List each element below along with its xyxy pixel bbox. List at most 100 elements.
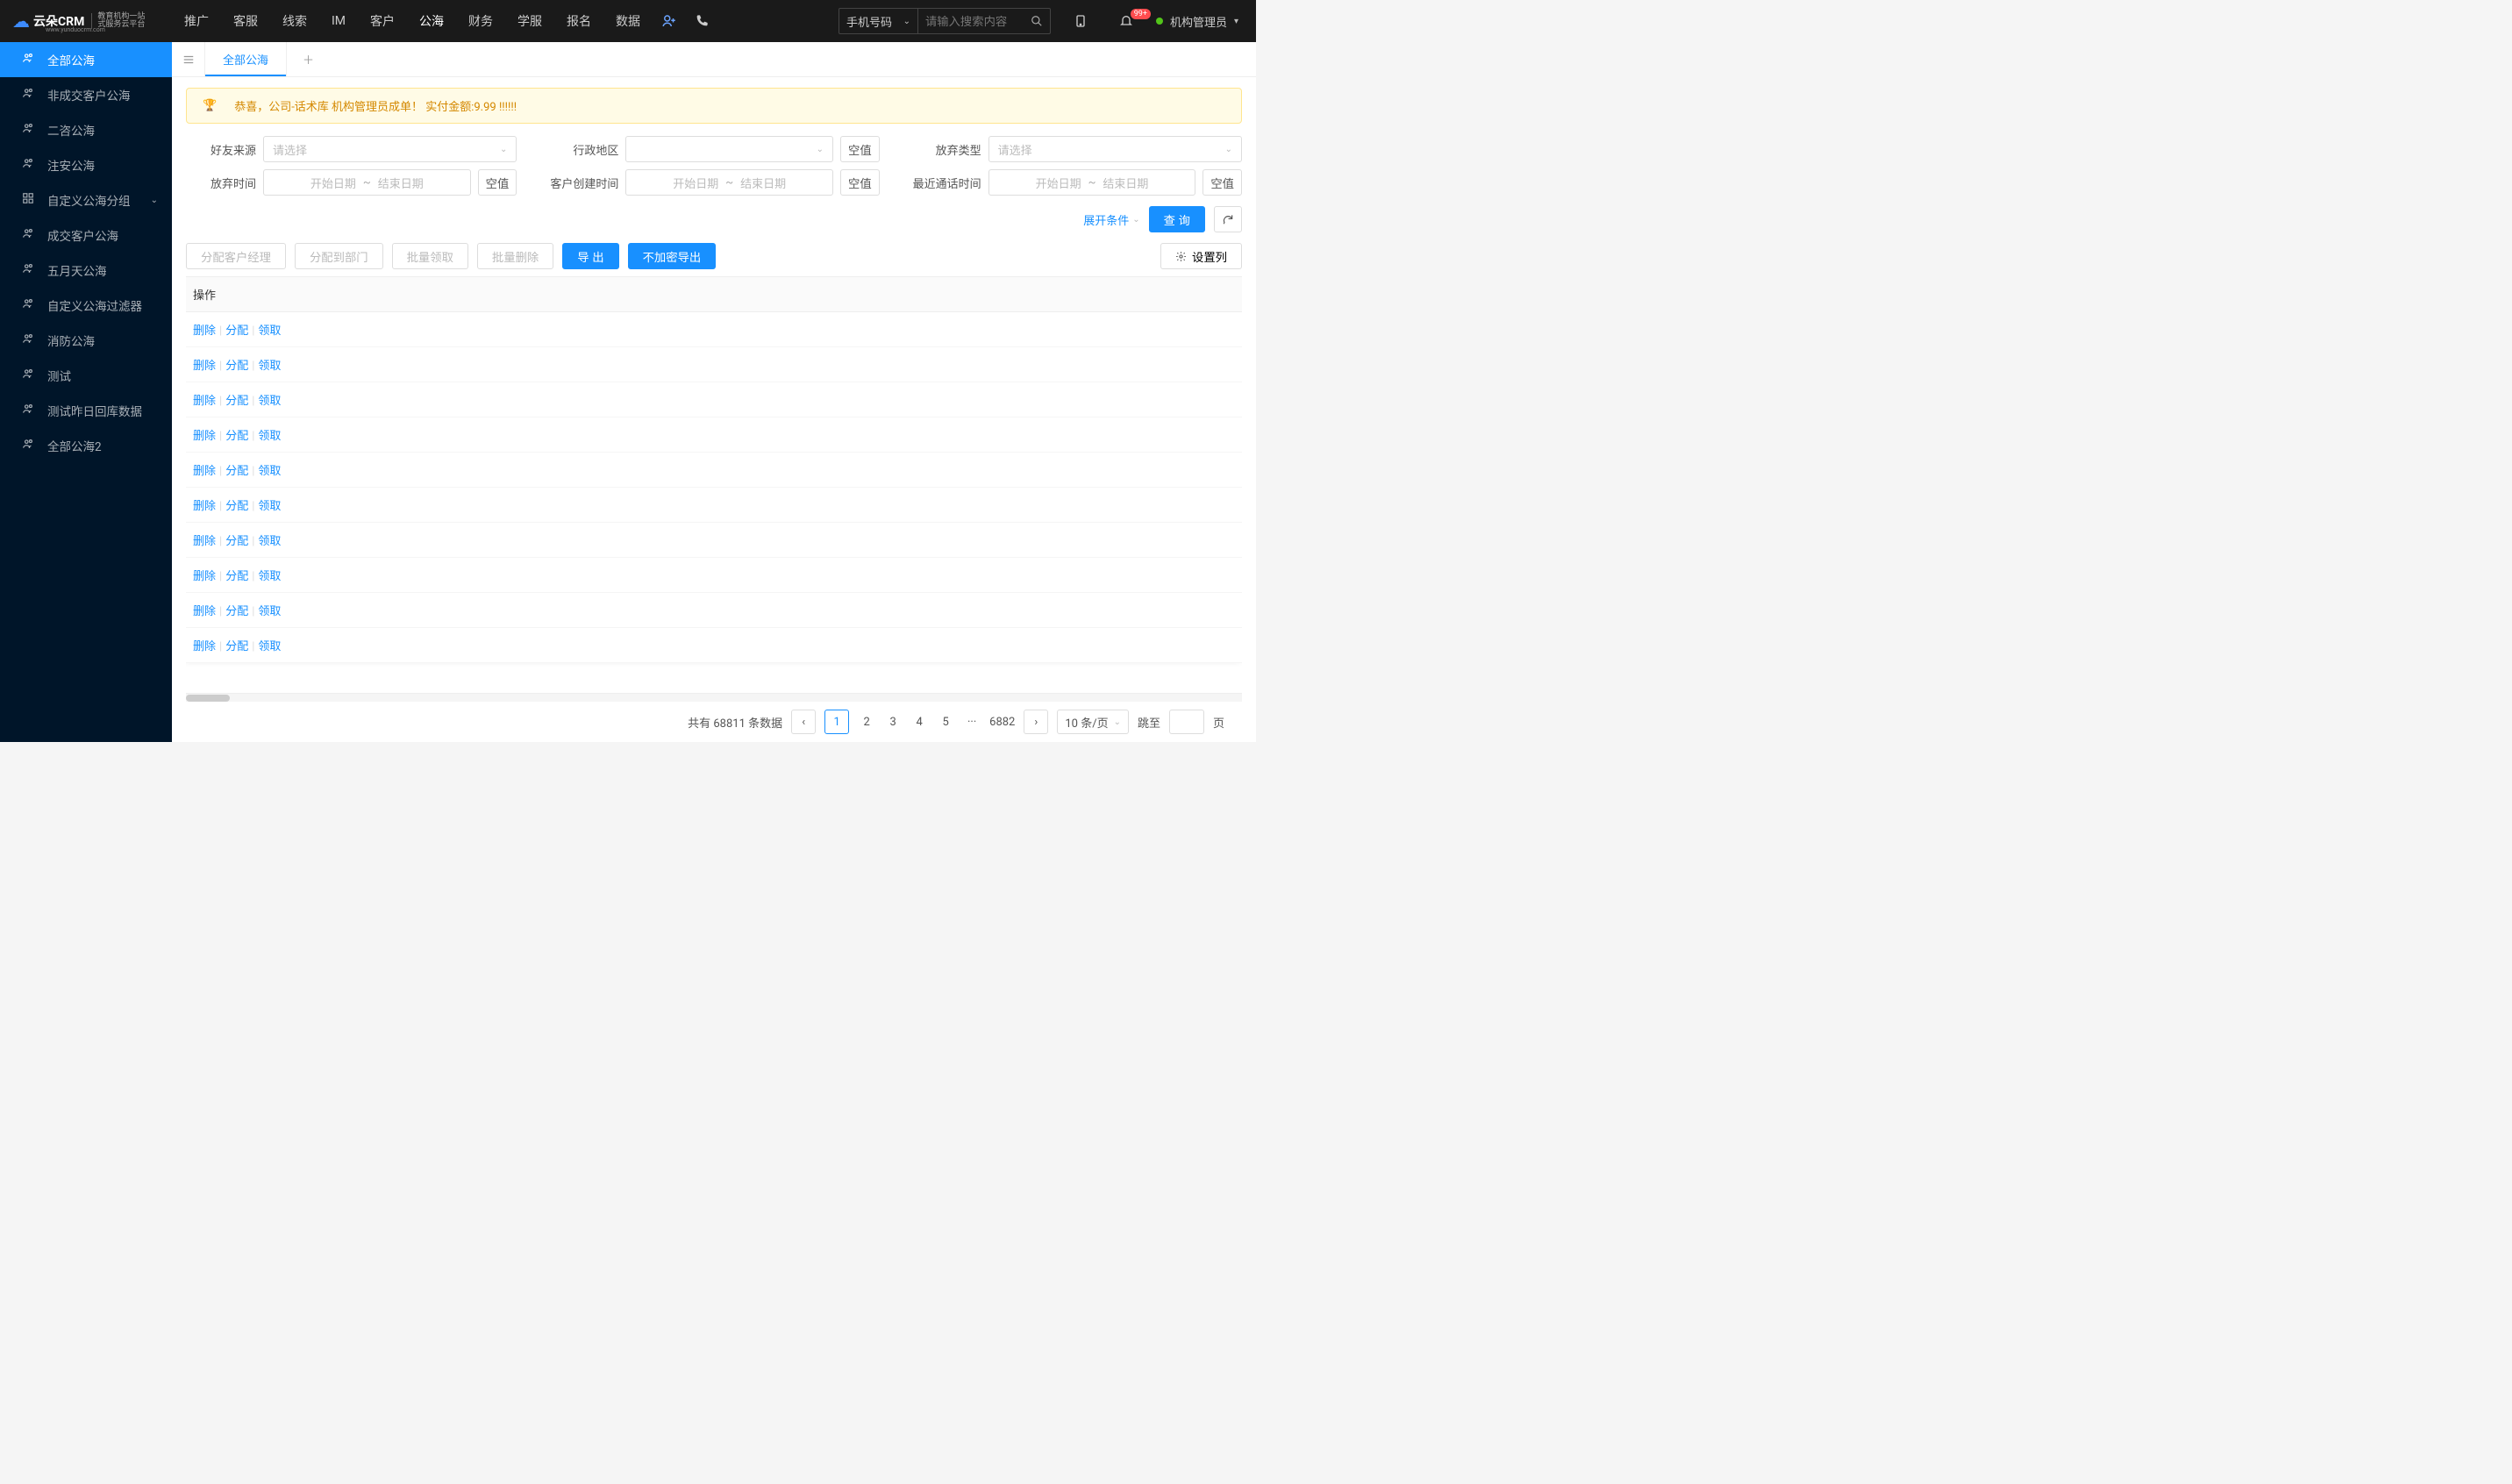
- page-ellipsis[interactable]: ···: [963, 716, 981, 729]
- delete-link[interactable]: 删除: [193, 535, 216, 548]
- cloud-icon: ☁: [12, 11, 30, 32]
- assign-link[interactable]: 分配: [225, 395, 248, 408]
- nav-item-1[interactable]: 客服: [221, 0, 270, 42]
- claim-link[interactable]: 领取: [258, 430, 281, 443]
- phone-icon[interactable]: [686, 14, 717, 28]
- delete-link[interactable]: 删除: [193, 430, 216, 443]
- claim-link[interactable]: 领取: [258, 360, 281, 373]
- assign-manager-button[interactable]: 分配客户经理: [186, 243, 286, 269]
- query-button[interactable]: 查 询: [1149, 206, 1205, 232]
- page-last-button[interactable]: 6882: [989, 716, 1015, 729]
- sidebar-item-2[interactable]: 二咨公海: [0, 112, 172, 147]
- sidebar-item-10[interactable]: 测试昨日回库数据: [0, 393, 172, 428]
- column-settings-button[interactable]: 设置列: [1160, 243, 1242, 269]
- claim-link[interactable]: 领取: [258, 605, 281, 618]
- last-call-empty-button[interactable]: 空值: [1202, 169, 1242, 196]
- search-input[interactable]: [918, 9, 1024, 33]
- claim-link[interactable]: 领取: [258, 325, 281, 338]
- abandon-type-select[interactable]: 请选择⌄: [988, 136, 1242, 162]
- page-size-select[interactable]: 10 条/页⌄: [1057, 710, 1129, 734]
- nav-item-5[interactable]: 公海: [407, 0, 456, 42]
- assign-link[interactable]: 分配: [225, 465, 248, 478]
- assign-link[interactable]: 分配: [225, 570, 248, 583]
- friend-source-select[interactable]: 请选择⌄: [263, 136, 517, 162]
- nav-item-3[interactable]: IM: [319, 0, 358, 42]
- page-2-button[interactable]: 2: [858, 716, 875, 729]
- page-4-button[interactable]: 4: [910, 716, 928, 729]
- delete-link[interactable]: 删除: [193, 640, 216, 653]
- batch-claim-button[interactable]: 批量领取: [392, 243, 468, 269]
- next-page-button[interactable]: ›: [1024, 710, 1048, 734]
- user-menu[interactable]: 机构管理员 ▾: [1156, 13, 1238, 30]
- region-empty-button[interactable]: 空值: [840, 136, 880, 162]
- filter-label: 行政地区: [548, 141, 618, 158]
- nav-item-0[interactable]: 推广: [172, 0, 221, 42]
- nav-item-6[interactable]: 财务: [456, 0, 505, 42]
- bell-icon[interactable]: 99+: [1110, 14, 1142, 28]
- delete-link[interactable]: 删除: [193, 500, 216, 513]
- sidebar-item-4[interactable]: 自定义公海分组⌄: [0, 182, 172, 218]
- prev-page-button[interactable]: ‹: [791, 710, 816, 734]
- nav-item-7[interactable]: 学服: [505, 0, 554, 42]
- assign-dept-button[interactable]: 分配到部门: [295, 243, 383, 269]
- sidebar-item-3[interactable]: 注安公海: [0, 147, 172, 182]
- tabs-menu-icon[interactable]: [172, 42, 205, 76]
- assign-link[interactable]: 分配: [225, 500, 248, 513]
- tab-add-icon[interactable]: ＋: [287, 51, 330, 68]
- assign-link[interactable]: 分配: [225, 605, 248, 618]
- region-select[interactable]: ⌄: [625, 136, 833, 162]
- nav-item-4[interactable]: 客户: [358, 0, 407, 42]
- sidebar-item-9[interactable]: 测试: [0, 358, 172, 393]
- claim-link[interactable]: 领取: [258, 570, 281, 583]
- add-user-icon[interactable]: [653, 13, 686, 29]
- delete-link[interactable]: 删除: [193, 605, 216, 618]
- create-time-range[interactable]: 开始日期~结束日期: [625, 169, 833, 196]
- export-button[interactable]: 导 出: [562, 243, 618, 269]
- delete-link[interactable]: 删除: [193, 325, 216, 338]
- jump-page-input[interactable]: [1169, 710, 1204, 734]
- nav-item-9[interactable]: 数据: [603, 0, 653, 42]
- sidebar-item-0[interactable]: 全部公海: [0, 42, 172, 77]
- assign-link[interactable]: 分配: [225, 535, 248, 548]
- claim-link[interactable]: 领取: [258, 395, 281, 408]
- claim-link[interactable]: 领取: [258, 535, 281, 548]
- last-call-range[interactable]: 开始日期~结束日期: [988, 169, 1196, 196]
- sidebar-item-8[interactable]: 消防公海: [0, 323, 172, 358]
- sidebar-item-11[interactable]: 全部公海2: [0, 428, 172, 463]
- horizontal-scrollbar[interactable]: [186, 693, 1242, 702]
- abandon-time-range[interactable]: 开始日期~结束日期: [263, 169, 471, 196]
- assign-link[interactable]: 分配: [225, 325, 248, 338]
- create-time-empty-button[interactable]: 空值: [840, 169, 880, 196]
- nav-item-2[interactable]: 线索: [270, 0, 319, 42]
- tab-all-sea[interactable]: 全部公海: [205, 42, 287, 76]
- delete-link[interactable]: 删除: [193, 465, 216, 478]
- assign-link[interactable]: 分配: [225, 360, 248, 373]
- sidebar-item-7[interactable]: 自定义公海过滤器: [0, 288, 172, 323]
- sidebar-item-1[interactable]: 非成交客户公海: [0, 77, 172, 112]
- page-5-button[interactable]: 5: [937, 716, 954, 729]
- sidebar-item-label: 自定义公海分组: [47, 191, 131, 209]
- sidebar-item-6[interactable]: 五月天公海: [0, 253, 172, 288]
- search-icon[interactable]: [1024, 15, 1050, 27]
- device-icon[interactable]: [1065, 14, 1096, 28]
- sidebar-item-5[interactable]: 成交客户公海: [0, 218, 172, 253]
- delete-link[interactable]: 删除: [193, 360, 216, 373]
- search-type-select[interactable]: 手机号码⌄: [839, 9, 918, 33]
- claim-link[interactable]: 领取: [258, 465, 281, 478]
- batch-delete-button[interactable]: 批量删除: [477, 243, 553, 269]
- delete-link[interactable]: 删除: [193, 395, 216, 408]
- nav-item-8[interactable]: 报名: [554, 0, 603, 42]
- page-3-button[interactable]: 3: [884, 716, 902, 729]
- assign-link[interactable]: 分配: [225, 640, 248, 653]
- page-1-button[interactable]: 1: [824, 710, 849, 734]
- trophy-icon: 🏆: [203, 99, 217, 112]
- sidebar-item-label: 测试昨日回库数据: [47, 402, 142, 419]
- expand-filters-link[interactable]: 展开条件⌄: [1083, 211, 1139, 228]
- claim-link[interactable]: 领取: [258, 640, 281, 653]
- claim-link[interactable]: 领取: [258, 500, 281, 513]
- refresh-button[interactable]: [1214, 206, 1242, 232]
- delete-link[interactable]: 删除: [193, 570, 216, 583]
- assign-link[interactable]: 分配: [225, 430, 248, 443]
- abandon-time-empty-button[interactable]: 空值: [478, 169, 517, 196]
- export-unencrypted-button[interactable]: 不加密导出: [628, 243, 717, 269]
